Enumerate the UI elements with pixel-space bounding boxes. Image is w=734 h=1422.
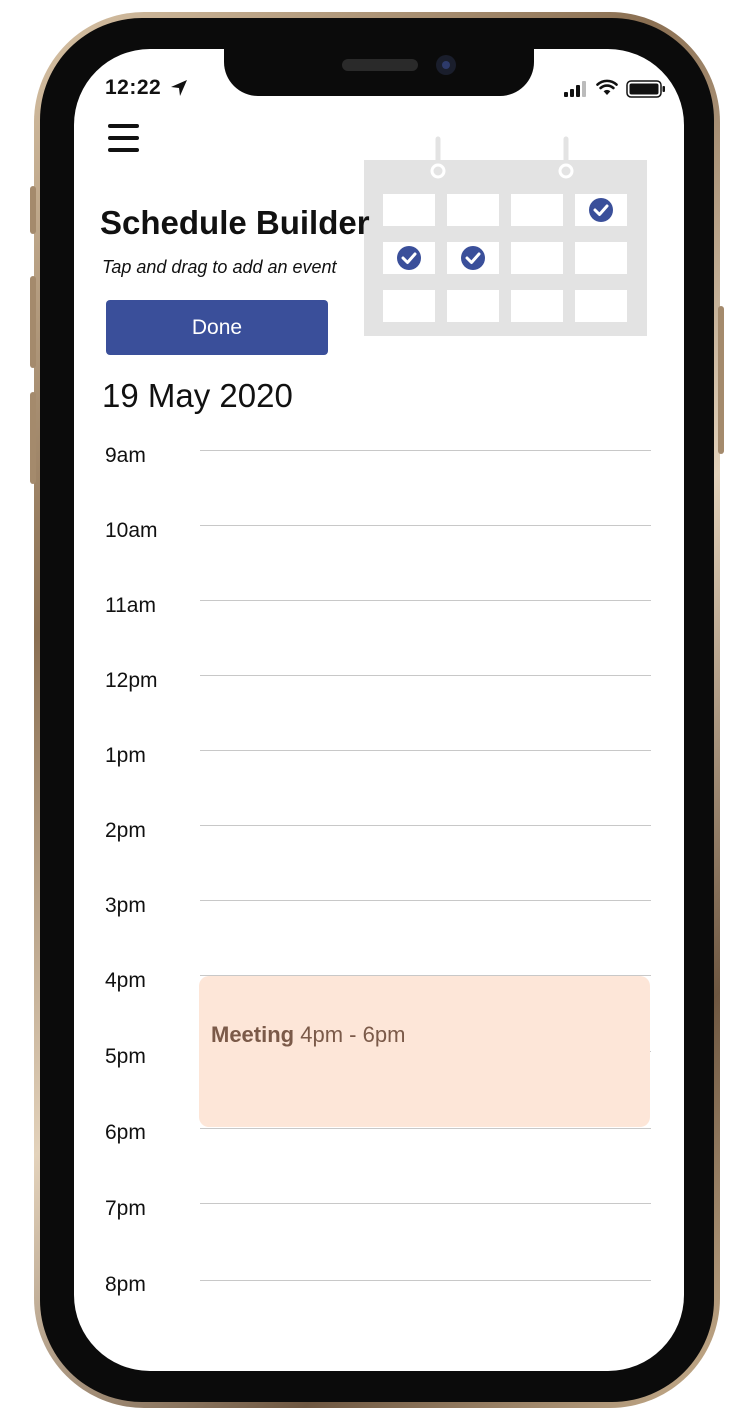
hour-line [200,1203,651,1204]
screen: 12:22 Schedule Builder Tap and drag to a… [74,49,684,1371]
phone-volume-down-button [30,392,36,484]
hour-label: 6pm [105,1121,146,1144]
event-text: Meeting 4pm - 6pm [211,1022,405,1048]
phone-power-button [718,306,724,454]
hour-label: 4pm [105,969,146,992]
hour-line [200,1128,651,1129]
hour-line [200,750,651,751]
event-name: Meeting [211,1022,295,1047]
hour-label: 8pm [105,1273,146,1296]
hour-line [200,900,651,901]
hour-label: 11am [105,594,156,617]
hour-line [200,450,651,451]
hour-line [200,600,651,601]
day-timeline[interactable]: 9am 10am 11am 12pm 1pm 2pm 3pm 4pm 5pm 6… [74,49,684,1371]
hour-label: 12pm [105,669,158,692]
hour-label: 9am [105,444,146,467]
hour-line [200,825,651,826]
hour-label: 1pm [105,744,146,767]
hour-label: 7pm [105,1197,146,1220]
phone-side-button [30,186,36,234]
phone-volume-up-button [30,276,36,368]
event-time: 4pm - 6pm [300,1022,406,1047]
hour-label: 3pm [105,894,146,917]
event-block[interactable]: Meeting 4pm - 6pm [199,976,650,1127]
hour-line [200,525,651,526]
hour-label: 5pm [105,1045,146,1068]
hour-line [200,1280,651,1281]
hour-label: 10am [105,519,158,542]
hour-line [200,675,651,676]
hour-label: 2pm [105,819,146,842]
